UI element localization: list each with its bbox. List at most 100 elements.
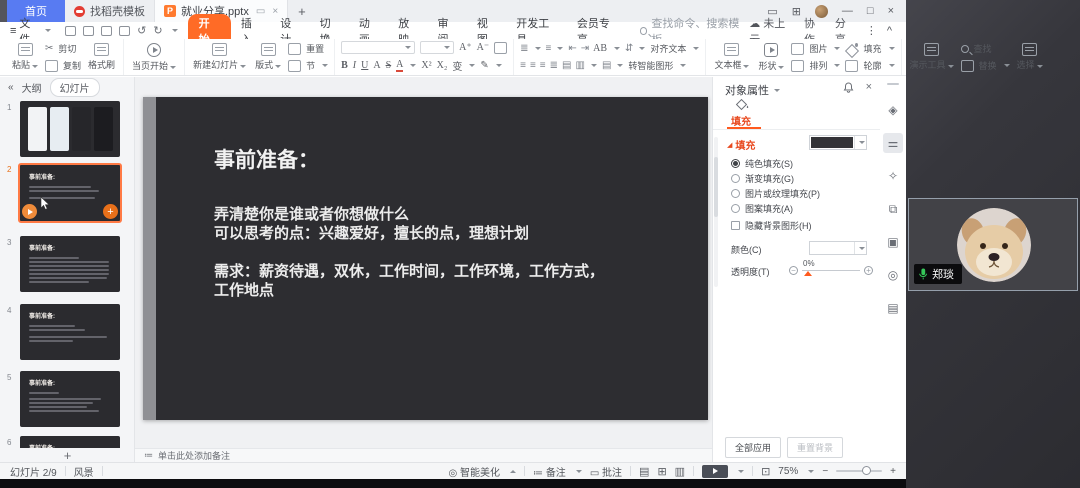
tab-outline[interactable]: 大纲 — [22, 80, 42, 95]
preview-icon[interactable] — [119, 26, 130, 36]
section-button[interactable]: 节 — [288, 59, 328, 72]
increase-indent-icon[interactable]: ⇥ — [581, 43, 588, 54]
shadow-button[interactable]: A — [373, 60, 380, 71]
increase-font-icon[interactable]: A⁺ — [459, 42, 472, 53]
caret-icon[interactable] — [774, 89, 780, 92]
subscript-button[interactable]: X₂ — [437, 60, 448, 71]
normal-view-icon[interactable]: ▤ — [639, 465, 649, 478]
save-icon[interactable] — [65, 26, 76, 36]
duplicate-pane-icon[interactable]: ⧉ — [883, 199, 903, 219]
panel-scrollbar[interactable] — [714, 137, 718, 287]
text-effect-button[interactable]: 变 — [452, 58, 462, 73]
shapes-button[interactable]: 形状 — [756, 43, 786, 72]
undo-icon[interactable]: ↺ — [137, 24, 146, 37]
clear-format-icon[interactable] — [494, 42, 507, 54]
comments-button[interactable]: ▭ 批注 — [590, 464, 622, 479]
thumb-add-button[interactable]: + — [103, 204, 118, 219]
collapse-ribbon-icon[interactable]: ^ — [887, 25, 892, 37]
play-from-current-button[interactable]: 当页开始 — [130, 43, 178, 72]
format-painter-button[interactable]: 格式刷 — [86, 43, 117, 71]
location-icon[interactable]: ◎ — [883, 265, 903, 285]
smart-beautify-icon[interactable]: ✧ — [883, 166, 903, 186]
redo-icon[interactable]: ↻ — [153, 24, 162, 37]
decrease-icon[interactable]: − — [789, 266, 798, 275]
slide-body-text[interactable]: 弄清楚你是谁或者你想做什么 可以思考的点：兴趣爱好，擅长的点，理想计划 需求：薪… — [214, 205, 604, 300]
slider-thumb[interactable] — [804, 271, 812, 276]
collapse-pane-icon[interactable]: « — [8, 82, 14, 93]
textbox-button[interactable]: 文本框 — [712, 43, 751, 71]
notebook-icon[interactable]: ▤ — [883, 298, 903, 318]
tab-template-store[interactable]: 找稻壳模板 — [65, 0, 154, 22]
fill-color-swatch[interactable] — [809, 135, 867, 150]
layout-button[interactable]: 版式 — [253, 43, 283, 71]
slide-thumbnail-1[interactable] — [20, 101, 120, 157]
fit-slide-icon[interactable]: ⊡ — [761, 465, 770, 478]
font-color-button[interactable]: A — [396, 59, 403, 72]
copy-button[interactable]: 复制 — [45, 59, 81, 72]
panel-tab-fill[interactable]: 填充 — [731, 113, 751, 128]
increase-icon[interactable]: + — [864, 266, 873, 275]
replace-button[interactable]: 替换 — [961, 59, 1010, 72]
thumb-play-button[interactable] — [22, 204, 37, 219]
zoom-knob[interactable] — [862, 466, 871, 475]
bullets-icon[interactable]: ≣ — [520, 43, 527, 54]
slide-title[interactable]: 事前准备： — [214, 147, 319, 173]
zoom-slider[interactable] — [836, 470, 882, 472]
caret-icon[interactable] — [172, 29, 178, 32]
slide-sorter-icon[interactable]: ⊞ — [657, 465, 666, 478]
more-icon[interactable]: ⋮ — [866, 24, 877, 37]
notes-bar[interactable]: ≔ 单击此处添加备注 — [135, 448, 712, 462]
select-button[interactable]: 选择 — [1015, 43, 1045, 71]
align-right-icon[interactable]: ≡ — [540, 60, 545, 71]
notes-toggle-button[interactable]: ≔ 备注 — [533, 464, 566, 479]
image-tools-icon[interactable]: ▣ — [883, 232, 903, 252]
highlight-pen-icon[interactable]: ✎ — [480, 60, 488, 71]
docer-resources-icon[interactable]: ◈ — [883, 100, 903, 120]
indent-list-icon[interactable]: ▤ — [602, 60, 610, 71]
columns-icon[interactable]: ▥ — [575, 60, 583, 71]
find-button[interactable]: 查找 — [961, 42, 1010, 55]
slide-thumbnail-4[interactable]: 事前准备: — [20, 304, 120, 360]
strikethrough-button[interactable]: S — [386, 60, 392, 71]
current-slide[interactable]: 事前准备： 弄清楚你是谁或者你想做什么 可以思考的点：兴趣爱好，擅长的点，理想计… — [143, 97, 708, 420]
zoom-in-icon[interactable]: + — [890, 466, 896, 477]
new-slide-button[interactable]: 新建幻灯片 — [191, 43, 248, 71]
fill-button[interactable]: 填充 — [845, 42, 894, 55]
option-hide-background[interactable]: 隐藏背景图形(H) — [731, 219, 812, 232]
fill-section-header[interactable]: ◢填充 — [727, 137, 755, 152]
line-spacing-icon[interactable]: ⇵ — [625, 43, 632, 54]
add-slide-button[interactable]: + — [0, 448, 135, 462]
bell-icon[interactable] — [843, 82, 854, 93]
zoom-level[interactable]: 75% — [778, 466, 798, 477]
decrease-font-icon[interactable]: A⁻ — [477, 42, 490, 53]
superscript-button[interactable]: X² — [421, 60, 431, 71]
zoom-out-icon[interactable]: − — [822, 466, 828, 477]
option-solid-fill[interactable]: 纯色填充(S) — [731, 157, 793, 170]
font-size-combo[interactable] — [420, 41, 454, 54]
bold-button[interactable]: B — [341, 60, 348, 71]
tab-slides[interactable]: 幻灯片 — [50, 78, 100, 97]
align-text-button[interactable]: 对齐文本 — [650, 42, 686, 55]
underline-button[interactable]: U — [361, 60, 368, 71]
picture-button[interactable]: 图片 — [791, 42, 840, 55]
slide-thumbnail-5[interactable]: 事前准备: — [20, 371, 120, 427]
decrease-indent-icon[interactable]: ⇤ — [568, 43, 575, 54]
present-tools-button[interactable]: 演示工具 — [908, 43, 956, 71]
distribute-icon[interactable]: ▤ — [562, 60, 570, 71]
font-name-combo[interactable] — [341, 41, 415, 54]
align-center-icon[interactable]: ≡ — [530, 60, 535, 71]
italic-button[interactable]: I — [353, 60, 356, 71]
justify-icon[interactable]: ≣ — [550, 60, 557, 71]
arrange-button[interactable]: 排列 — [791, 59, 840, 72]
object-properties-icon[interactable]: ⚌ — [883, 133, 903, 153]
panel-close-icon[interactable]: × — [866, 81, 872, 93]
transparency-slider[interactable]: − 0% + — [789, 263, 873, 277]
slide-thumbnail-3[interactable]: 事前准备: — [20, 236, 120, 292]
option-gradient-fill[interactable]: 渐变填充(G) — [731, 172, 794, 185]
color-dropdown[interactable] — [809, 241, 867, 255]
align-left-icon[interactable]: ≡ — [520, 60, 525, 71]
slideshow-play-button[interactable] — [702, 465, 728, 478]
cut-button[interactable]: ✂剪切 — [45, 42, 81, 55]
to-smartart-button[interactable]: 转智能图形 — [628, 59, 673, 72]
slide-canvas[interactable]: 事前准备： 弄清楚你是谁或者你想做什么 可以思考的点：兴趣爱好，擅长的点，理想计… — [135, 77, 712, 448]
